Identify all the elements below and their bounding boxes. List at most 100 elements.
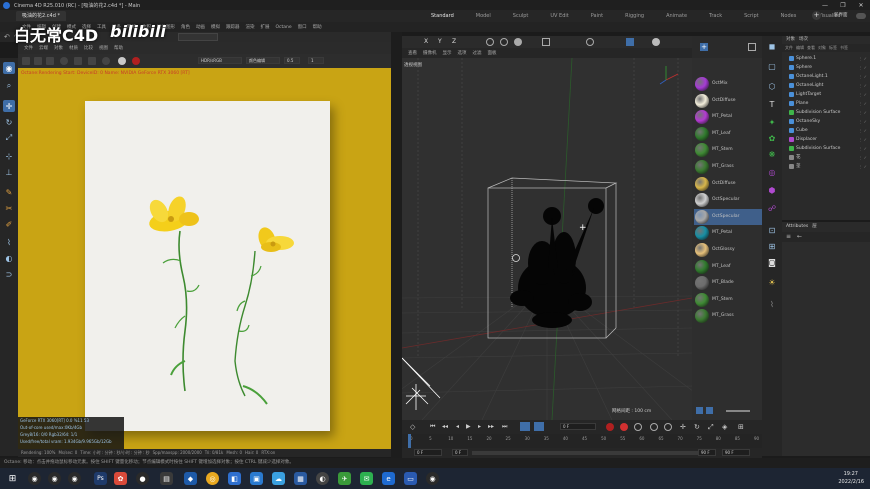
material-item[interactable]: OctDiffuse (694, 93, 762, 109)
tab-attributes[interactable]: Attributes (786, 222, 808, 232)
document-tab[interactable]: 吸油的花2.c4d * (16, 11, 66, 21)
cube-icon[interactable]: ◼ (766, 40, 778, 52)
object-list-item[interactable]: 花 ⋮ ✓ (782, 153, 870, 162)
clock-time[interactable]: 19:27 (844, 471, 858, 477)
brush-icon[interactable]: ⌇ (3, 236, 15, 248)
menu-character[interactable]: 角色 (181, 24, 190, 30)
white-ball-icon[interactable] (118, 57, 126, 65)
start-frame-field[interactable]: 0 F (414, 449, 442, 456)
menu-simulate[interactable]: 模拟 (211, 24, 220, 30)
menu-tracker[interactable]: 跟踪器 (226, 24, 240, 30)
material-item[interactable]: MT_Leaf (694, 259, 762, 275)
clock-date[interactable]: 2022/2/16 (838, 479, 864, 485)
windows-start-icon[interactable]: ⊞ (6, 472, 19, 485)
scene-icon[interactable]: ⊞ (766, 240, 778, 252)
material-item[interactable]: MT_Petal (694, 109, 762, 125)
layout-tab-paint[interactable]: Paint (580, 10, 614, 22)
menu-extensions[interactable]: 扩展 (261, 24, 270, 30)
tag-icon[interactable]: ⌇ (766, 298, 778, 310)
visibility-toggle-icon[interactable]: ⋮ ✓ (858, 74, 867, 79)
app-icon-2[interactable]: ◉ (48, 472, 61, 485)
mode-select[interactable]: HDR/sRGB (198, 57, 242, 64)
app-gray-icon[interactable]: ▤ (160, 472, 173, 485)
material-item[interactable]: MT_Blade (694, 275, 762, 291)
next-key-icon[interactable]: ▸▸ (488, 423, 494, 430)
visibility-toggle-icon[interactable]: ⋮ ✓ (858, 56, 867, 61)
keyframe-icon[interactable]: ◇ (410, 423, 415, 431)
material-item[interactable]: OctGlossy (694, 242, 762, 258)
close-button[interactable]: ✕ (852, 0, 870, 10)
spline-icon[interactable]: ▢ (766, 60, 778, 72)
effector-icon[interactable]: ❋ (766, 148, 778, 160)
range-slider[interactable] (472, 451, 702, 455)
object-list-item[interactable]: OctaneLight.1 ⋮ ✓ (782, 72, 870, 81)
menu-animate[interactable]: 动画 (196, 24, 205, 30)
layout-tab-standard[interactable]: Standard (420, 10, 465, 22)
3d-viewport[interactable]: + 透视视图 网格间距 : 100 cm (402, 58, 692, 420)
vp-menu-filter[interactable]: 过滤 (473, 50, 482, 56)
layout-tab-sculpt[interactable]: Sculpt (502, 10, 540, 22)
knife-icon[interactable]: ✂ (3, 202, 15, 214)
object-list-item[interactable]: Plane ⋮ ✓ (782, 99, 870, 108)
material-item[interactable]: MT_Petal (694, 225, 762, 241)
vp-menu-options[interactable]: 选项 (458, 50, 467, 56)
paint-brush-icon[interactable]: ✎ (3, 186, 15, 198)
material-item[interactable]: MT_Grass (694, 308, 762, 324)
layout-toggle[interactable] (856, 13, 866, 19)
axis-x-icon[interactable]: X (424, 38, 428, 45)
layout-tab-track[interactable]: Track (698, 10, 733, 22)
pla-key-icon[interactable]: ⊞ (738, 423, 744, 431)
new-layouts-label[interactable]: 新界面 (834, 12, 848, 20)
minimize-button[interactable]: — (816, 0, 834, 10)
move-key-icon[interactable]: ✛ (680, 423, 686, 431)
render-canvas[interactable]: Octane:Rendering Start: DeviceID: 0 Name… (18, 68, 391, 449)
playhead[interactable] (408, 434, 411, 448)
workplane-icon[interactable] (586, 38, 594, 46)
app-icon-3[interactable]: ◉ (68, 472, 81, 485)
param-key-icon[interactable]: ◈ (722, 423, 727, 431)
current-frame-field[interactable]: 0 F (560, 423, 596, 430)
object-list-item[interactable]: Subdivision Surface ⋮ ✓ (782, 144, 870, 153)
prev-frame-icon[interactable]: ◂ (456, 423, 459, 430)
camera-icon[interactable]: ◙ (766, 256, 778, 268)
goto-start-icon[interactable]: ⏮ (430, 423, 435, 431)
record-key-icon[interactable] (606, 423, 614, 431)
menu-window[interactable]: 窗口 (298, 24, 307, 30)
om-menu-bookmarks[interactable]: 书签 (840, 44, 848, 52)
next-frame-icon[interactable]: ▸ (478, 423, 481, 430)
visibility-toggle-icon[interactable]: ⋮ ✓ (858, 146, 867, 151)
tab-objects[interactable]: 对象 (786, 36, 795, 44)
visibility-toggle-icon[interactable]: ⋮ ✓ (858, 83, 867, 88)
render-view-icon[interactable] (486, 38, 494, 46)
layout-tab-nodes[interactable]: Nodes (770, 10, 808, 22)
max-frame-field[interactable]: 90 F (698, 449, 716, 456)
menu-help[interactable]: 帮助 (313, 24, 322, 30)
app-blue2-icon[interactable]: ◧ (228, 472, 241, 485)
material-filter-icon[interactable] (748, 43, 756, 51)
material-item[interactable]: MT_Grass (694, 159, 762, 175)
goto-end-icon[interactable]: ⏭ (502, 423, 507, 431)
om-menu-edit[interactable]: 编辑 (796, 44, 804, 52)
app-box-icon[interactable]: ▣ (250, 472, 263, 485)
app-blue-icon[interactable]: ◆ (184, 472, 197, 485)
add-material-icon[interactable]: + (700, 43, 708, 51)
photoshop-icon[interactable]: Ps (94, 472, 107, 485)
scale-tool-icon[interactable]: ⤢ (3, 132, 15, 144)
app-record-icon[interactable]: ● (136, 472, 149, 485)
material-item[interactable]: OctMix (694, 76, 762, 92)
object-list-item[interactable]: Displacer ⋮ ✓ (782, 135, 870, 144)
visibility-toggle-icon[interactable]: ⋮ ✓ (858, 137, 867, 142)
vp-menu-camera[interactable]: 摄像机 (423, 50, 437, 56)
layout-tab-animate[interactable]: Animate (655, 10, 698, 22)
character-icon[interactable]: ☍ (766, 202, 778, 214)
field-icon[interactable]: ◎ (766, 166, 778, 178)
axis-y-icon[interactable]: Y (438, 38, 442, 45)
menu-render[interactable]: 渲染 (246, 24, 255, 30)
pick-icon[interactable] (102, 57, 110, 65)
app-green-icon[interactable]: ✈ (338, 472, 351, 485)
save-icon[interactable] (88, 57, 96, 65)
generator-icon[interactable]: ⬡ (766, 80, 778, 92)
render-icon[interactable] (22, 57, 30, 65)
loop-icon[interactable] (520, 422, 530, 431)
object-list-item[interactable]: Subdivision Surface ⋮ ✓ (782, 108, 870, 117)
